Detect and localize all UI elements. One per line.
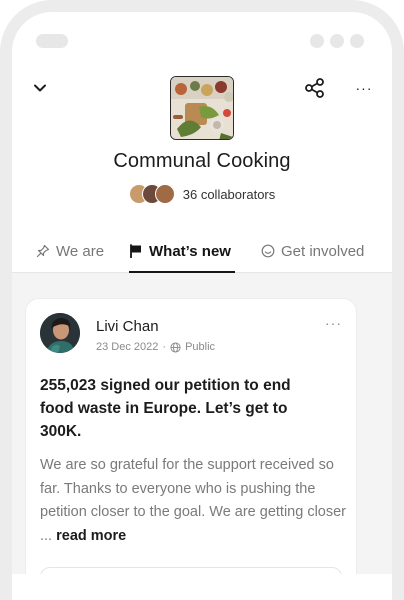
share-button[interactable] [301,74,329,102]
avatar [154,184,175,204]
more-horizontal-icon: ··· [355,80,373,96]
collaborator-avatars [128,184,175,204]
avatar[interactable] [40,313,80,353]
section-tabs: We are What’s new Get involved [12,230,392,273]
meta-separator: · [162,341,167,353]
status-battery-icon [350,34,364,48]
flag-icon [130,244,141,258]
globe-icon [170,341,181,353]
smile-icon [261,244,275,258]
app-frame: ··· Communal Cooking 36 collaborators We… [0,0,404,600]
share-icon [305,78,324,98]
status-signal-icon [310,34,324,48]
status-bar [12,12,392,68]
read-more-link[interactable]: read more [56,528,126,544]
post-body: We are so grateful for the support recei… [40,454,346,548]
pin-icon [36,244,50,258]
post-attachment[interactable] [40,567,342,574]
more-horizontal-icon: ··· [325,315,342,331]
tab-get-involved[interactable]: Get involved [261,230,364,272]
news-feed: Livi Chan 23 Dec 2022 · Public ··· 255,0… [12,273,392,574]
chevron-down-icon [34,84,46,92]
status-wifi-icon [330,34,344,48]
collaborators-count: 36 collaborators [182,186,276,202]
post-meta: 23 Dec 2022 · Public [96,341,215,353]
phone-screen: ··· Communal Cooking 36 collaborators We… [12,12,392,574]
tab-label: What’s new [149,242,231,260]
community-cover-image [170,76,234,140]
status-time-placeholder [36,34,68,48]
tab-we-are[interactable]: We are [36,230,104,272]
post-card[interactable]: Livi Chan 23 Dec 2022 · Public ··· 255,0… [25,298,357,574]
tab-label: We are [56,242,105,260]
post-more-button[interactable]: ··· [325,315,342,331]
post-visibility: Public [185,341,216,353]
post-headline: 255,023 signed our petition to end food … [40,377,291,440]
collaborators-summary[interactable]: 36 collaborators [12,184,392,204]
tab-whats-new[interactable]: What’s new [129,230,231,272]
more-options-button[interactable]: ··· [350,74,378,102]
page-title: Communal Cooking [113,150,291,172]
tab-label: Get involved [281,242,365,260]
post-date: 23 Dec 2022 [96,341,159,353]
collapse-button[interactable] [26,74,54,102]
post-author[interactable]: Livi Chan [96,318,159,335]
